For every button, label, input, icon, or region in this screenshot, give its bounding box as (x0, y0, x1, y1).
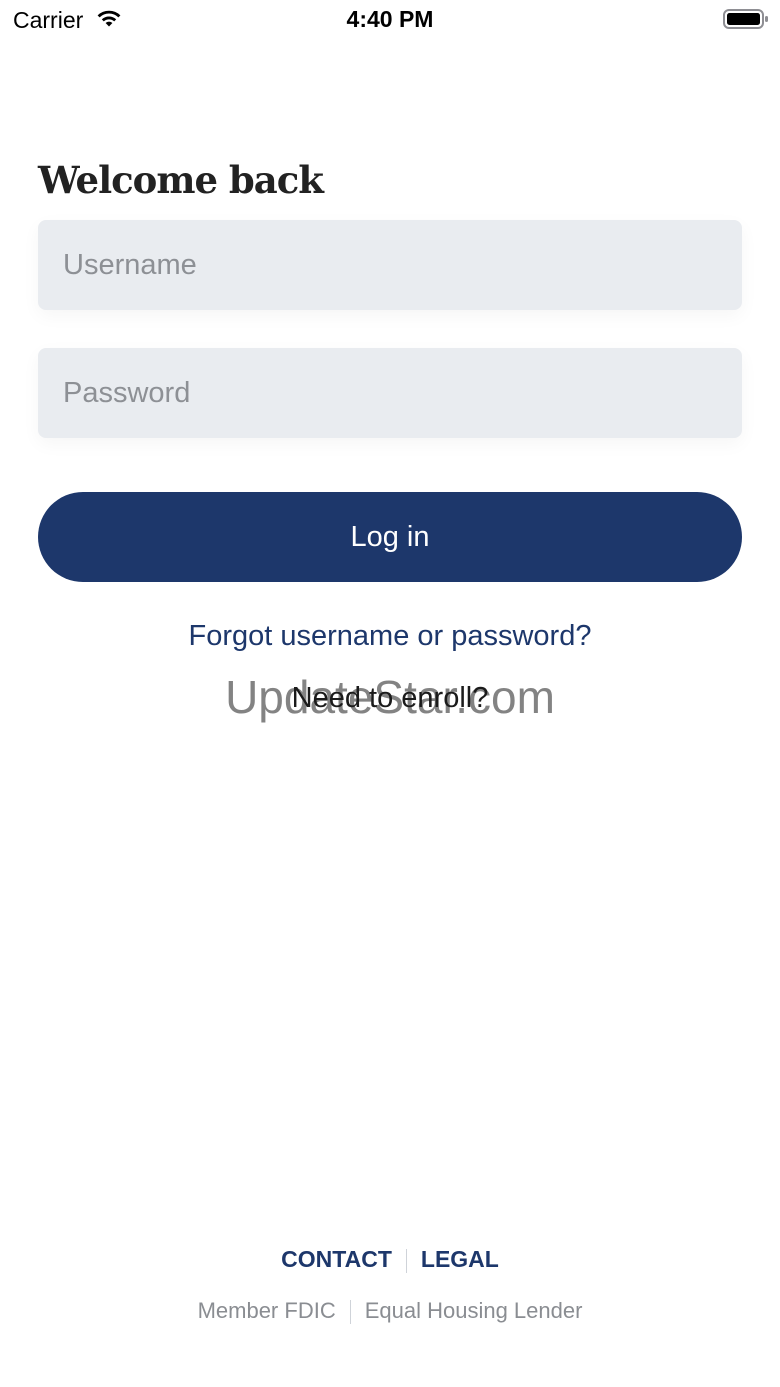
footer-divider (405, 1248, 407, 1273)
password-input[interactable] (38, 348, 742, 438)
member-fdic-label: Member FDIC (197, 1298, 336, 1323)
battery-icon (723, 9, 768, 29)
equal-housing-label: Equal Housing Lender (364, 1298, 583, 1323)
page-title: Welcome back (38, 157, 324, 202)
footer-divider (349, 1300, 351, 1325)
footer-disclosures: Member FDIC Equal Housing Lender (0, 1298, 780, 1325)
forgot-credentials-link[interactable]: Forgot username or password? (0, 620, 780, 653)
legal-link[interactable]: LEGAL (421, 1246, 499, 1272)
footer-links: CONTACT LEGAL (0, 1246, 780, 1273)
login-screen: Carrier 4:40 PM Welcome back Log in Forg… (0, 0, 780, 1387)
login-button[interactable]: Log in (38, 492, 742, 582)
enroll-link[interactable]: Need to enroll? (0, 682, 780, 715)
clock: 4:40 PM (346, 6, 434, 32)
username-input[interactable] (38, 220, 742, 310)
status-bar: Carrier 4:40 PM (0, 0, 780, 40)
contact-link[interactable]: CONTACT (281, 1246, 392, 1272)
